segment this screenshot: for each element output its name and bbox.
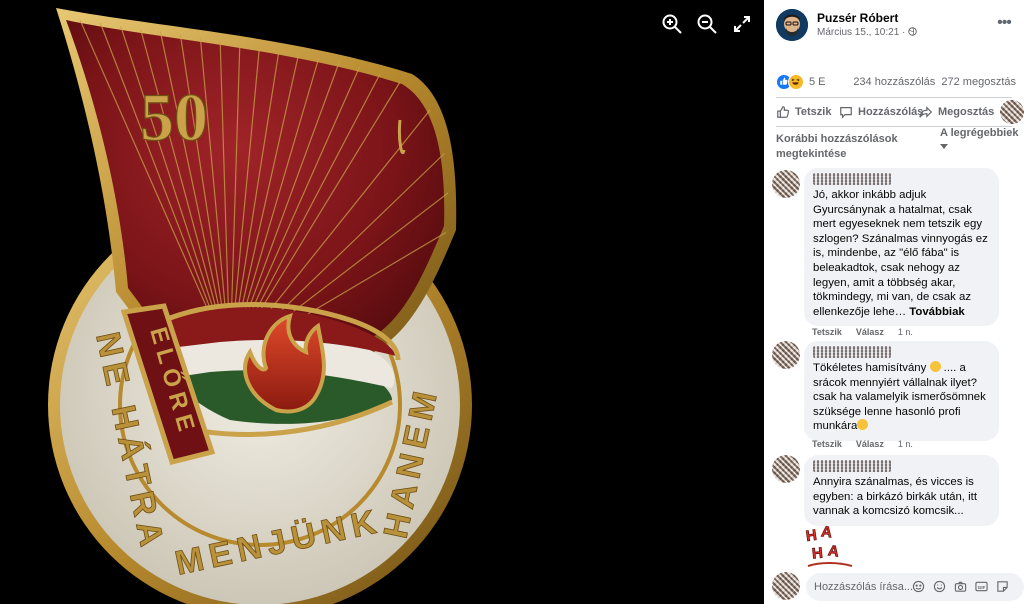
badge-photo: NE HÁTRA MENJÜNK HANEM ELŐRE 50 — [48, 8, 472, 604]
comment-reply-link[interactable]: Válasz — [856, 439, 884, 449]
comment-body: Annyira szánalmas, és vicces is egyben: … — [813, 476, 977, 518]
commenter-name[interactable] — [813, 346, 891, 358]
commenter-avatar[interactable] — [772, 455, 800, 483]
see-more-link[interactable]: Továbbiak — [909, 306, 965, 318]
share-icon — [919, 106, 933, 118]
comment-icon — [840, 107, 852, 119]
photo-viewer: NE HÁTRA MENJÜNK HANEM ELŐRE 50 — [0, 0, 764, 604]
sort-label: A legrégebbiek — [940, 127, 1019, 139]
comment-label: Hozzászólás — [858, 106, 924, 118]
author-avatar[interactable] — [776, 9, 808, 41]
comment-bubble: Tökéletes hamisítvány .... a srácok menn… — [804, 341, 999, 441]
svg-text:H: H — [805, 527, 818, 545]
comment-body-start: Tökéletes hamisítvány — [813, 362, 927, 374]
timestamp-text[interactable]: Március 15., 10:21 · — [817, 27, 905, 38]
comment-input[interactable]: Hozzászólás írása... GIF — [806, 573, 1024, 601]
sticker-icon[interactable] — [996, 580, 1009, 593]
comment-like-link[interactable]: Tetszik — [812, 439, 842, 449]
divider — [776, 97, 1012, 98]
zoom-out-icon[interactable] — [695, 12, 719, 36]
more-options-icon[interactable]: ••• — [992, 13, 1016, 33]
comment-bubble: Annyira szánalmas, és vicces is egyben: … — [804, 455, 999, 526]
comment-bubble: Jó, akkor inkább adjuk Gyurcsánynak a ha… — [804, 168, 999, 327]
sticker-face-icon[interactable] — [912, 580, 925, 593]
shares-count[interactable]: 272 megosztás — [941, 76, 1016, 88]
gif-icon[interactable]: GIF — [975, 580, 988, 593]
share-label: Megosztás — [938, 106, 995, 118]
post-timestamp[interactable]: Március 15., 10:21 · — [817, 27, 917, 38]
chevron-down-icon — [940, 144, 948, 149]
author-name[interactable]: Puzsér Róbert — [817, 11, 898, 25]
grin-emoji-icon — [929, 361, 941, 372]
comment-button[interactable]: Hozzászólás — [839, 103, 923, 121]
fullscreen-icon[interactable] — [730, 12, 754, 36]
comment-input-placeholder: Hozzászólás írása... — [814, 581, 914, 593]
public-globe-icon — [908, 27, 917, 36]
svg-text:GIF: GIF — [978, 585, 986, 590]
reaction-count[interactable]: 5 E — [809, 76, 826, 88]
svg-text:A: A — [827, 542, 840, 560]
emoji-icon[interactable] — [933, 580, 946, 593]
comment-time[interactable]: 1 n. — [898, 439, 913, 449]
svg-text:H: H — [811, 545, 824, 563]
share-as-avatar[interactable] — [1000, 100, 1024, 124]
camera-icon[interactable] — [954, 580, 967, 593]
comments-count[interactable]: 234 hozzászólás — [853, 76, 935, 88]
comment-sort-dropdown[interactable]: A legrégebbiek — [940, 126, 1020, 149]
comment-share-counts: 234 hozzászólás 272 megosztás — [853, 76, 1016, 88]
comment-input-tools: GIF — [912, 580, 1009, 593]
haha-reaction-icon — [788, 74, 804, 90]
comment-body: Jó, akkor inkább adjuk Gyurcsánynak a ha… — [813, 189, 988, 318]
comment-text: Tökéletes hamisítvány .... a srácok menn… — [813, 361, 990, 434]
comment-text: Jó, akkor inkább adjuk Gyurcsánynak a ha… — [813, 188, 990, 319]
post-header: Puzsér Róbert Március 15., 10:21 · ••• — [776, 9, 1016, 43]
smile-emoji-icon — [857, 419, 869, 431]
like-button[interactable]: Tetszik — [776, 103, 831, 121]
comment-time[interactable]: 1 n. — [898, 327, 913, 337]
comment-like-link[interactable]: Tetszik — [812, 327, 842, 337]
comment-meta: Tetszik Válasz 1 n. — [812, 327, 913, 337]
post-side-panel: Puzsér Róbert Március 15., 10:21 · ••• 5… — [764, 0, 1024, 604]
post-actions: Tetszik Hozzászólás Megosztás — [772, 100, 1024, 124]
svg-text:A: A — [820, 523, 833, 541]
share-button[interactable]: Megosztás — [919, 103, 994, 121]
commenter-avatar[interactable] — [772, 170, 800, 198]
current-user-avatar[interactable] — [772, 572, 800, 600]
commenter-name[interactable] — [813, 173, 891, 185]
commenter-avatar[interactable] — [772, 341, 800, 369]
thumbs-up-icon — [777, 106, 790, 118]
write-comment-box: Hozzászólás írása... GIF — [772, 572, 1024, 602]
like-label: Tetszik — [795, 106, 832, 118]
haha-sticker-icon: H A H A — [804, 523, 853, 567]
comment-reply-link[interactable]: Válasz — [856, 327, 884, 337]
view-previous-comments-link[interactable]: Korábbi hozzászólások megtekintése — [776, 132, 906, 162]
zoom-in-icon[interactable] — [660, 12, 684, 36]
commenter-name[interactable] — [813, 460, 891, 472]
badge-number: 50 — [140, 79, 208, 155]
comment-meta: Tetszik Válasz 1 n. — [812, 439, 913, 449]
reaction-icons[interactable] — [776, 73, 806, 91]
post-stats: 5 E 234 hozzászólás 272 megosztás — [776, 73, 1016, 91]
